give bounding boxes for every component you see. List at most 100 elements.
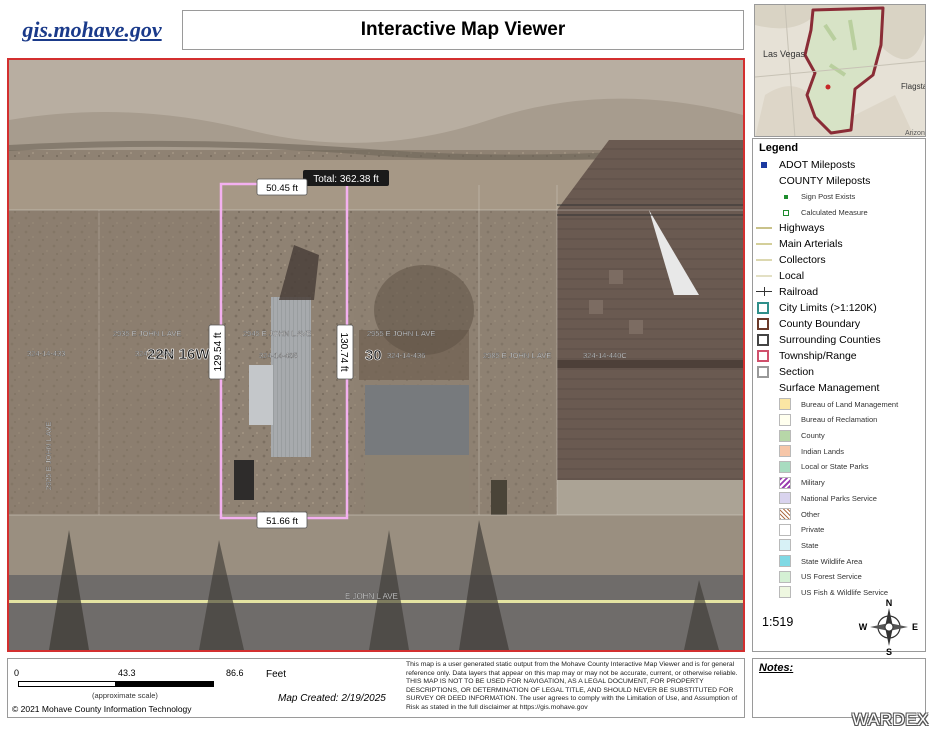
compass-s: S — [886, 647, 892, 656]
legend-item: County — [753, 428, 925, 444]
legend-item-label: Main Arterials — [779, 238, 843, 251]
compass-n: N — [886, 598, 893, 608]
disclaimer-text: This map is a user generated static outp… — [406, 661, 738, 711]
legend-title: Legend — [759, 142, 799, 154]
legend-item: Private — [753, 522, 925, 538]
measure-right-label: 130.74 ft — [336, 324, 354, 380]
legend-symbol-icon — [753, 236, 779, 252]
legend-item-label: Local — [779, 270, 805, 283]
legend-item-label: Township/Range — [779, 350, 857, 363]
address-label: 2935 E JOHN L AVE — [113, 329, 181, 338]
legend-item-label: US Forest Service — [801, 572, 862, 582]
street-label: E JOHN L AVE — [345, 592, 398, 601]
parcel-label: 324-14-433 — [27, 349, 65, 358]
measure-left-label: 129.54 ft — [208, 324, 226, 380]
legend-item-label: State Wildlife Area — [801, 556, 863, 566]
parcel-label: 324-14-435 — [259, 351, 297, 360]
legend-item-label: Indian Lands — [801, 446, 844, 456]
legend-item: Military — [753, 475, 925, 491]
north-arrow-icon: N S E W — [858, 598, 920, 657]
legend-item: COUNTY Mileposts — [753, 173, 925, 189]
legend-item: ADOT Mileposts — [753, 157, 925, 173]
legend-item-label: Sign Post Exists — [801, 192, 856, 202]
legend-item-label: State — [801, 540, 819, 550]
legend-item-label: ADOT Mileposts — [779, 159, 856, 171]
address-label: 2945 E JOHN L AVE — [243, 329, 311, 338]
legend-item-label: Surface Management — [779, 382, 880, 395]
scale-bar — [18, 681, 214, 687]
svg-text:130.74 ft: 130.74 ft — [338, 333, 349, 372]
footer-panel: 0 43.3 86.6 (approximate scale) Feet © 2… — [7, 658, 745, 718]
legend-item: Sign Post Exists — [753, 189, 925, 205]
legend-symbol-icon — [753, 173, 779, 189]
scale-ratio: 1:519 — [762, 615, 794, 629]
svg-text:Total: 362.38 ft: Total: 362.38 ft — [313, 174, 379, 185]
legend-symbol-icon — [753, 443, 791, 459]
compass-w: W — [859, 622, 868, 632]
scale-tick: 43.3 — [118, 668, 136, 678]
measure-bottom-label: 51.66 ft — [256, 511, 308, 529]
legend-item-label: Calculated Measure — [801, 208, 868, 218]
site-logo-link[interactable]: gis.mohave.gov — [8, 8, 176, 52]
legend-symbol-icon — [753, 300, 779, 316]
legend-symbol-icon — [753, 220, 779, 236]
legend-symbol-icon — [753, 189, 788, 205]
measure-top-label: 50.45 ft — [256, 178, 308, 196]
legend-item-label: County Boundary — [779, 318, 861, 331]
scale-approx-note: (approximate scale) — [92, 691, 158, 700]
legend-item-label: Collectors — [779, 254, 826, 267]
map-view[interactable]: Total: 362.38 ft 50.45 ft 51.66 ft 129.5… — [7, 58, 745, 652]
legend-item: US Forest Service — [753, 569, 925, 585]
legend-item: National Parks Service — [753, 491, 925, 507]
legend-symbol-icon — [753, 428, 791, 444]
legend-item-label: Surrounding Counties — [779, 334, 881, 347]
legend-symbol-icon — [753, 252, 779, 268]
legend-symbol-icon — [753, 364, 779, 380]
address-label: 2925 E JOHN L AVE — [44, 422, 53, 490]
svg-text:50.45 ft: 50.45 ft — [266, 183, 298, 194]
legend-symbol-icon — [753, 475, 791, 491]
notes-label: Notes: — [759, 662, 794, 674]
legend-item: County Boundary — [753, 316, 925, 332]
legend-symbol-icon — [753, 553, 791, 569]
overview-label-flagstaff: Flagsta — [901, 82, 926, 91]
legend-symbol-icon — [753, 584, 791, 600]
legend-symbol-icon — [753, 537, 791, 553]
legend-item: Local or State Parks — [753, 459, 925, 475]
parcel-label: 324-14-440C — [583, 351, 627, 360]
legend-symbol-icon — [753, 284, 779, 300]
legend-symbol-icon — [753, 569, 791, 585]
legend-symbol-icon — [753, 506, 791, 522]
compass-e: E — [912, 622, 918, 632]
legend-symbol-icon — [753, 412, 791, 428]
legend-item-label: Private — [801, 525, 825, 535]
legend-symbol-icon — [753, 316, 779, 332]
legend-symbol-icon — [753, 396, 791, 412]
legend-item-label: City Limits (>1:120K) — [779, 302, 877, 315]
legend-symbol-icon — [753, 332, 779, 348]
legend-symbol-icon — [753, 268, 779, 284]
legend-item: Surrounding Counties — [753, 332, 925, 348]
legend-item: Section — [753, 364, 925, 380]
legend-symbol-icon — [753, 380, 779, 396]
legend-item-label: Section — [779, 366, 815, 379]
legend-item-label: Bureau of Land Management — [801, 399, 899, 409]
legend-item-label: Railroad — [779, 286, 819, 299]
legend-symbol-icon — [753, 490, 791, 506]
address-label: 2985 E JOHN L AVE — [483, 351, 551, 360]
legend-item-label: Other — [801, 509, 820, 519]
copyright-text: © 2021 Mohave County Information Technol… — [12, 704, 192, 714]
legend-item-label: County — [801, 431, 825, 441]
address-label: 2955 E JOHN L AVE — [367, 329, 435, 338]
legend-symbol-icon — [753, 205, 789, 221]
legend-item: Surface Management — [753, 380, 925, 396]
measure-total-label: Total: 362.38 ft — [303, 170, 389, 186]
legend-item-label: Bureau of Reclamation — [801, 415, 878, 425]
legend-item-label: National Parks Service — [801, 493, 877, 503]
legend-item: State Wildlife Area — [753, 553, 925, 569]
legend-item: Other — [753, 506, 925, 522]
legend-item: Bureau of Land Management — [753, 396, 925, 412]
legend-item: State — [753, 538, 925, 554]
parcel-label: 324-14-434 — [135, 349, 173, 358]
legend-item: Main Arterials — [753, 236, 925, 252]
